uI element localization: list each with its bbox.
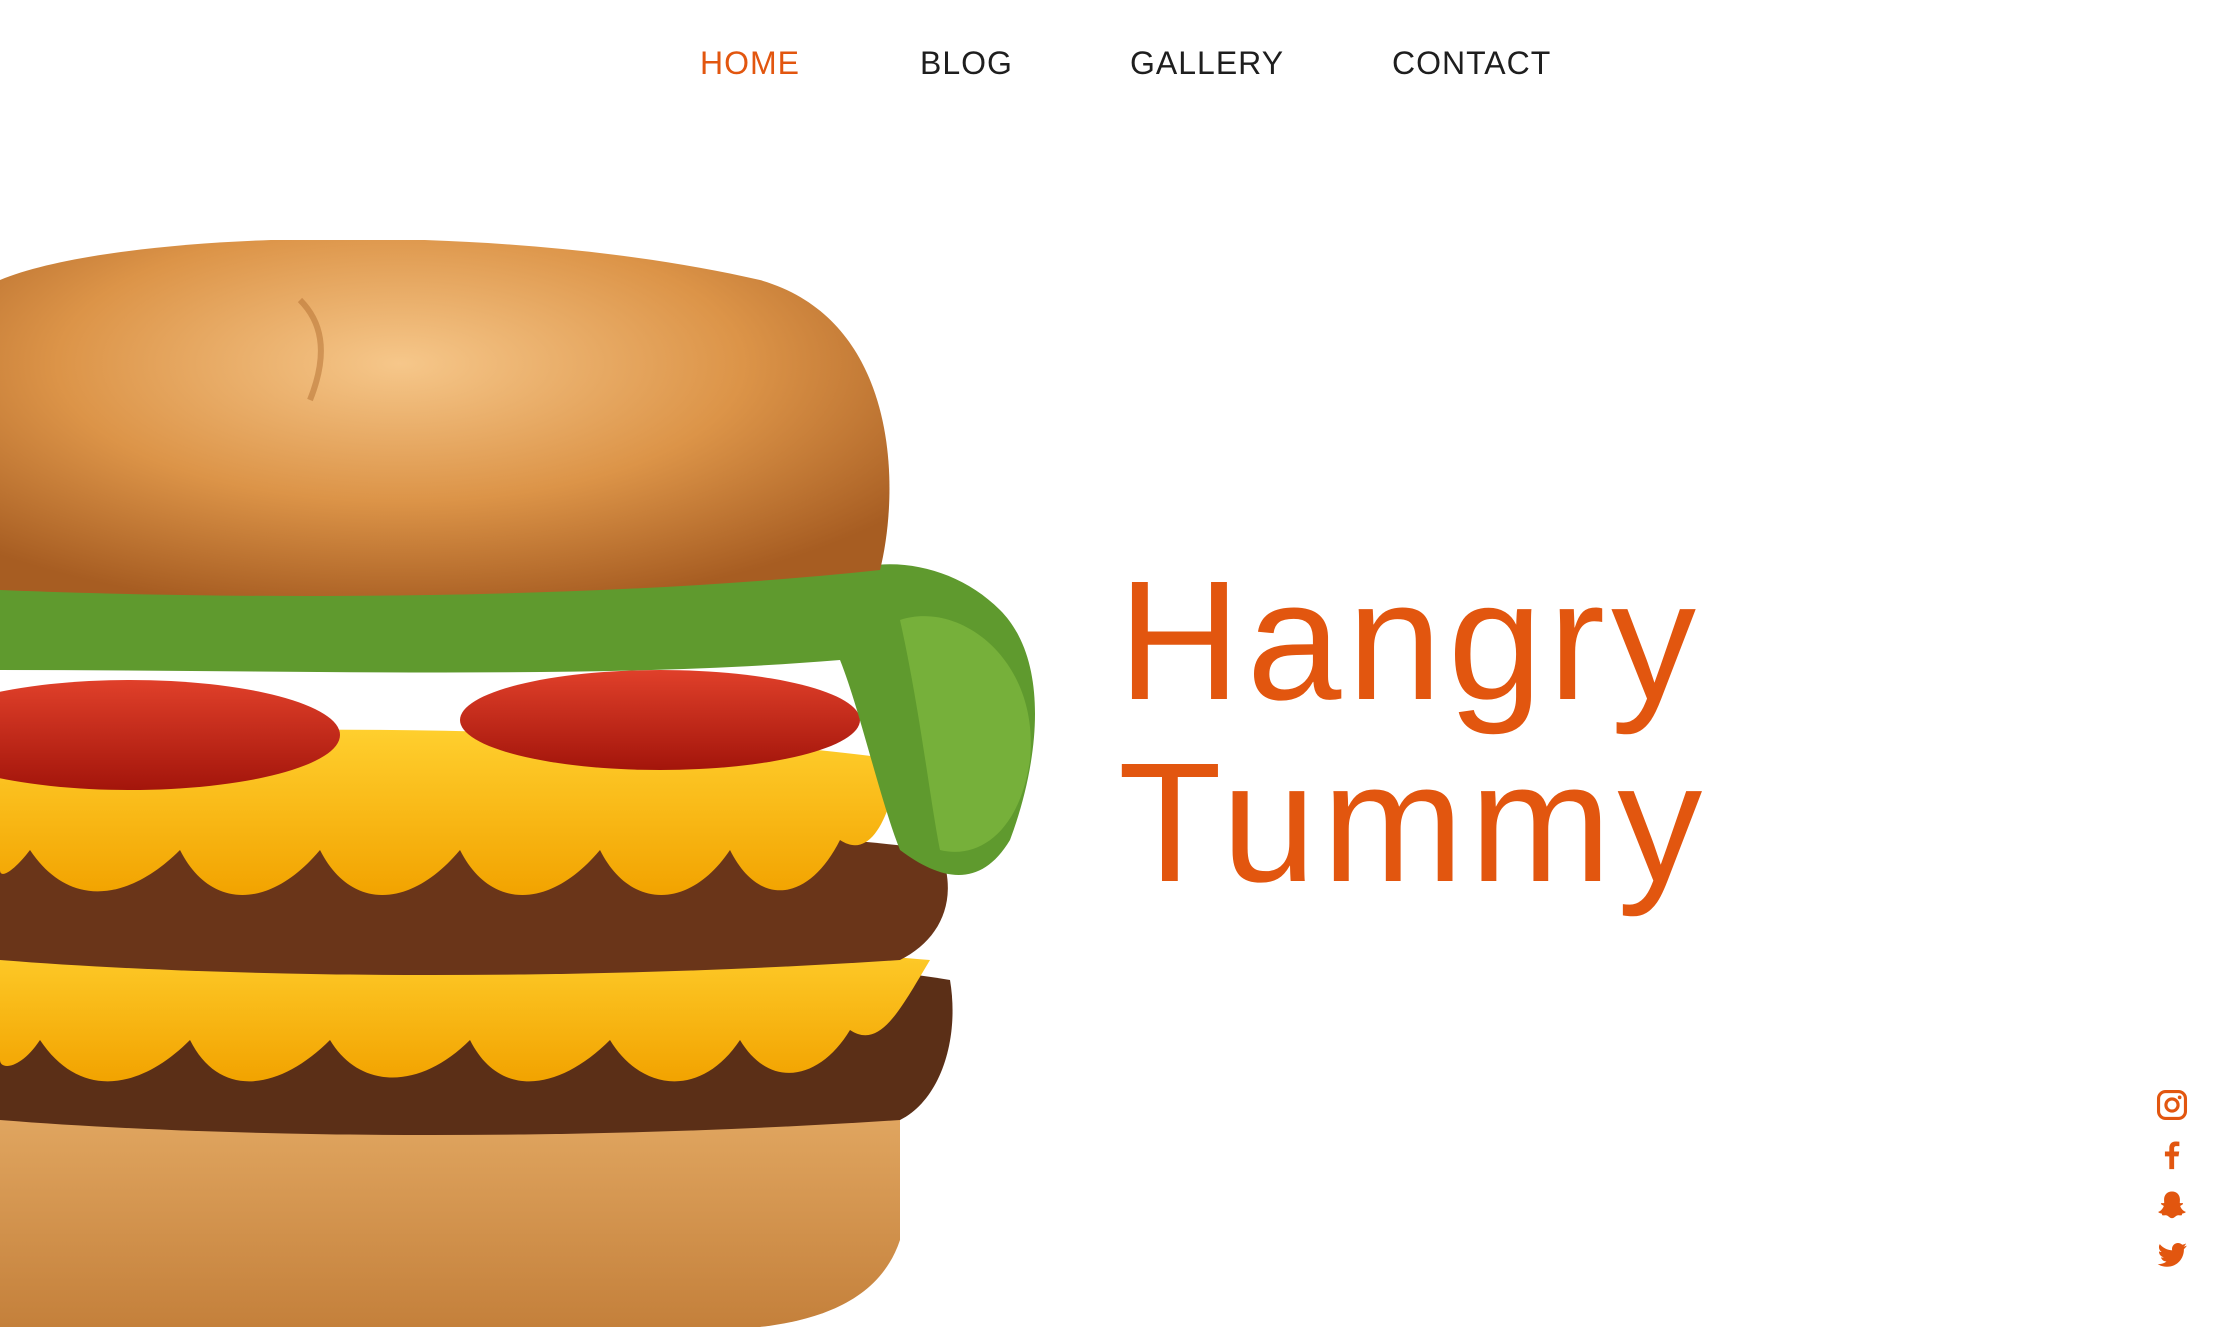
- facebook-icon[interactable]: [2155, 1138, 2189, 1172]
- hero-title-line-1: Hangry: [1118, 546, 1703, 736]
- nav-gallery-link[interactable]: GALLERY: [1130, 38, 1284, 88]
- main-nav: HOME BLOG GALLERY CONTACT: [0, 38, 2229, 88]
- nav-contact-link[interactable]: CONTACT: [1392, 38, 1551, 88]
- hero-title-line-2: Tummy: [1118, 728, 1709, 918]
- nav-home-link[interactable]: HOME: [700, 38, 800, 88]
- nav-blog-link[interactable]: BLOG: [920, 38, 1013, 88]
- snapchat-icon[interactable]: [2155, 1188, 2189, 1222]
- instagram-icon[interactable]: [2155, 1088, 2189, 1122]
- burger-hero-image: [0, 240, 1035, 1327]
- social-links: [2155, 1088, 2203, 1288]
- hero-title: Hangry Tummy: [1118, 550, 1708, 914]
- twitter-icon[interactable]: [2155, 1238, 2189, 1272]
